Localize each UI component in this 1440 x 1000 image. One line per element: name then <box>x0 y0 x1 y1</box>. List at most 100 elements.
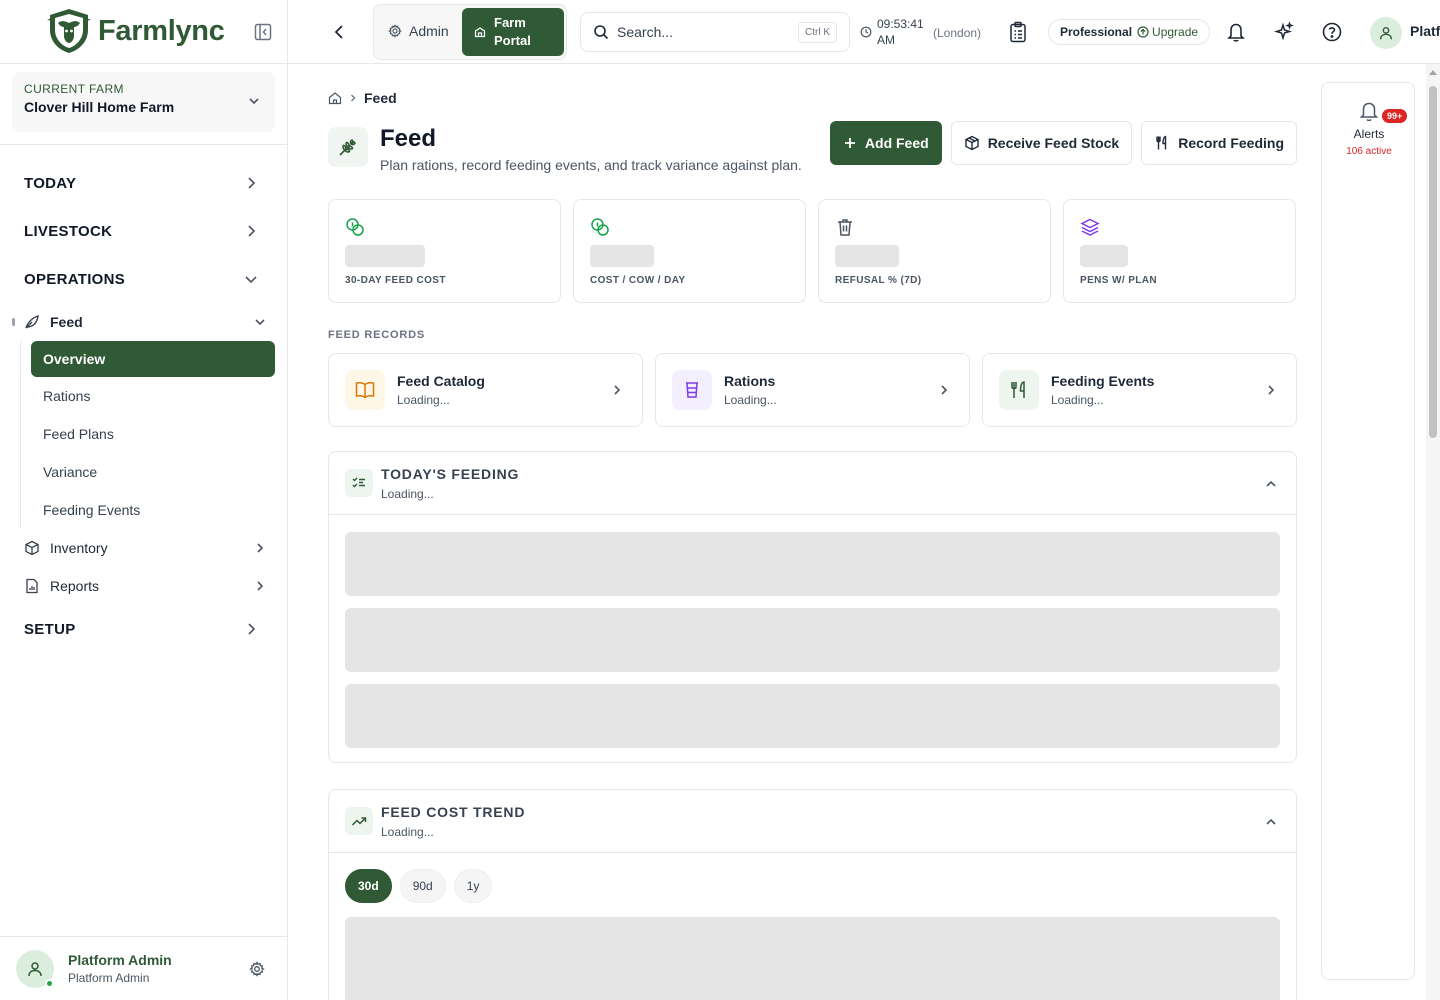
nav-section-operations[interactable]: OPERATIONS <box>0 255 287 303</box>
avatar <box>16 949 54 988</box>
chevron-up-icon[interactable] <box>1264 477 1278 491</box>
user-name: Platform Admin <box>68 952 172 968</box>
top-user-name[interactable]: Platf <box>1410 23 1440 39</box>
alerts-rail[interactable]: 99+ Alerts 106 active <box>1321 82 1415 980</box>
sidebar-item-variance[interactable]: Variance <box>21 453 287 491</box>
record-status: Loading... <box>724 393 777 407</box>
receive-feed-stock-label: Receive Feed Stock <box>987 135 1120 151</box>
feed-records-heading: FEED RECORDS <box>328 329 425 341</box>
user-role: Platform Admin <box>68 971 150 985</box>
chevron-right-icon <box>248 623 256 635</box>
stat-card: COST / COW / DAY <box>573 199 806 303</box>
help-icon[interactable] <box>1322 21 1342 43</box>
barn-icon <box>474 27 486 38</box>
user-footer[interactable]: Platform Admin Platform Admin <box>0 936 287 1000</box>
record-title: Feeding Events <box>1051 373 1155 389</box>
topbar: Admin Farm Portal Ctrl K 09:53:41 AM (Lo… <box>288 0 1440 64</box>
sidebar-item-feeding-events[interactable]: Feeding Events <box>21 491 287 529</box>
chevron-right-icon <box>248 225 256 237</box>
clock-icon <box>860 26 872 38</box>
feed-cost-trend-panel: FEED COST TREND Loading... 30d 90d 1y <box>328 789 1297 1000</box>
record-status: Loading... <box>1051 393 1104 407</box>
trending-up-icon <box>345 807 373 835</box>
trash-icon <box>838 219 852 236</box>
box-icon <box>25 540 39 556</box>
sidebar-item-inventory[interactable]: Inventory <box>0 529 287 567</box>
nav-section-setup-label: SETUP <box>24 620 76 638</box>
farm-selector[interactable]: CURRENT FARM Clover Hill Home Farm <box>12 72 275 132</box>
sidebar-item-feed-plans[interactable]: Feed Plans <box>21 415 287 453</box>
bell-icon <box>1359 102 1379 122</box>
chevron-down-icon <box>245 276 257 284</box>
todays-feeding-panel: TODAY'S FEEDING Loading... <box>328 451 1297 763</box>
chevron-right-icon <box>257 543 264 553</box>
arrow-up-circle-icon <box>1137 26 1149 38</box>
record-title: Rations <box>724 373 776 389</box>
loading-skeleton <box>345 532 1280 596</box>
page-scrollbar[interactable] <box>1426 64 1440 1000</box>
clock: 09:53:41 AM (London) <box>860 17 981 48</box>
scrollbar-thumb[interactable] <box>1429 86 1437 438</box>
utensils-icon <box>999 370 1039 410</box>
collapse-sidebar-icon[interactable] <box>253 22 273 42</box>
chevron-down-icon <box>255 319 265 326</box>
chevron-right-icon <box>941 385 948 395</box>
upgrade-link[interactable]: Upgrade <box>1137 25 1198 39</box>
search-icon <box>594 25 609 40</box>
alerts-label: Alerts <box>1353 127 1385 141</box>
breadcrumb-current: Feed <box>364 90 397 106</box>
sparkle-icon[interactable] <box>1274 21 1294 43</box>
nav-section-setup[interactable]: SETUP <box>0 605 287 653</box>
stat-value-skeleton <box>345 245 425 267</box>
main-content: Feed Feed Plan rations, record feeding e… <box>288 64 1440 1000</box>
chevron-down-icon <box>249 98 259 105</box>
add-feed-button[interactable]: Add Feed <box>829 121 942 165</box>
farm-portal-tab[interactable]: Farm Portal <box>462 8 564 56</box>
feed-cost-trend-header[interactable]: FEED COST TREND Loading... <box>329 790 1296 853</box>
clipboard-icon[interactable] <box>1008 21 1028 43</box>
stat-card: REFUSAL % (7D) <box>818 199 1051 303</box>
range-30d-button[interactable]: 30d <box>345 869 392 903</box>
sidebar-item-inventory-label: Inventory <box>50 540 108 556</box>
gear-icon[interactable] <box>249 961 265 977</box>
search-shortcut: Ctrl K <box>798 22 837 43</box>
sidebar-item-overview[interactable]: Overview <box>31 341 275 377</box>
panel-title: TODAY'S FEEDING <box>381 465 520 482</box>
admin-portal-tab[interactable]: Admin <box>388 23 449 39</box>
range-selector: 30d 90d 1y <box>345 869 500 903</box>
chevron-up-icon[interactable] <box>1264 815 1278 829</box>
record-card-rations[interactable]: Rations Loading... <box>655 353 970 427</box>
receive-feed-stock-button[interactable]: Receive Feed Stock <box>950 121 1133 165</box>
user-icon <box>28 961 42 976</box>
chevron-right-icon <box>351 94 356 102</box>
record-card-feed-catalog[interactable]: Feed Catalog Loading... <box>328 353 643 427</box>
range-1y-button[interactable]: 1y <box>453 869 493 903</box>
page-actions: Add Feed Receive Feed Stock Record Feedi… <box>821 121 1297 165</box>
nav-section-livestock[interactable]: LIVESTOCK <box>0 207 287 255</box>
stats-row: 30-DAY FEED COST COST / COW / DAY REFUSA… <box>328 199 1296 303</box>
sidebar-item-reports-label: Reports <box>50 578 100 594</box>
todays-feeding-header[interactable]: TODAY'S FEEDING Loading... <box>329 452 1296 515</box>
nav-section-today[interactable]: TODAY <box>0 159 287 207</box>
book-open-icon <box>345 370 385 410</box>
bell-icon[interactable] <box>1226 21 1246 43</box>
stat-value-skeleton <box>1080 245 1128 267</box>
farmlync-logo-icon <box>47 8 91 53</box>
nav-section-livestock-label: LIVESTOCK <box>24 222 113 240</box>
sidebar-item-reports[interactable]: Reports <box>0 567 287 605</box>
chevron-right-icon <box>257 581 264 591</box>
sidebar-item-feed[interactable]: Feed <box>0 303 287 341</box>
range-90d-button[interactable]: 90d <box>399 869 446 903</box>
chevron-left-icon[interactable] <box>330 22 348 42</box>
record-feeding-button[interactable]: Record Feeding <box>1141 121 1297 165</box>
upgrade-label: Upgrade <box>1152 25 1199 39</box>
sidebar-item-rations[interactable]: Rations <box>21 377 287 415</box>
top-avatar[interactable] <box>1370 17 1402 49</box>
search-box[interactable]: Ctrl K <box>580 12 850 52</box>
record-card-feeding-events[interactable]: Feeding Events Loading... <box>982 353 1297 427</box>
home-icon[interactable] <box>328 91 342 105</box>
farm-selector-label: CURRENT FARM <box>24 82 124 96</box>
chart-loading-skeleton <box>345 917 1280 1000</box>
search-input[interactable] <box>617 24 787 40</box>
scroll-up-arrow[interactable] <box>1429 70 1437 75</box>
